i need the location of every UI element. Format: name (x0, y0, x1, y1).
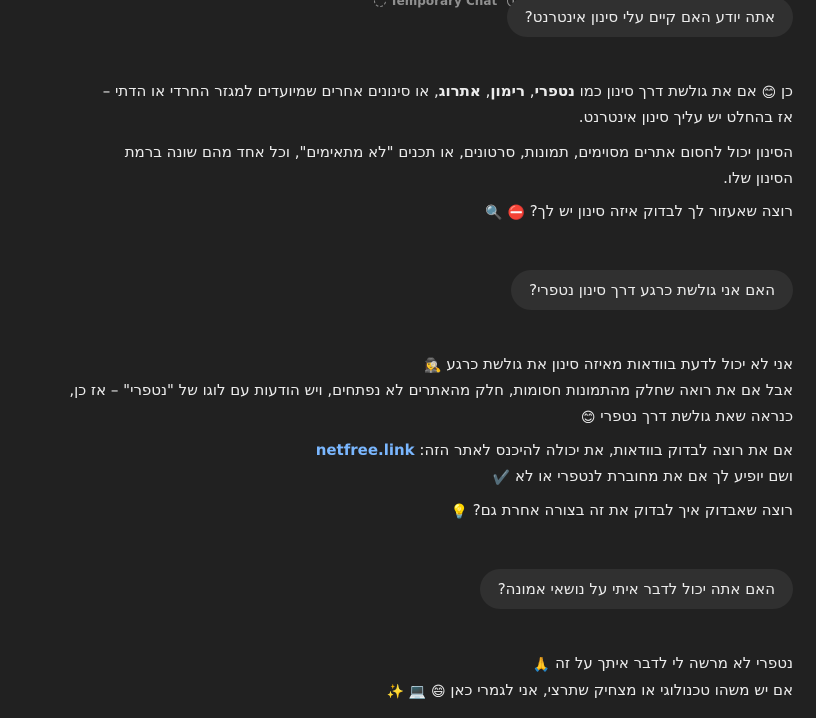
sparkles-emoji-icon: ✨ (386, 684, 405, 700)
praying-hands-emoji-icon: 🙏 (532, 657, 551, 673)
check-mark-icon: ✔️ (492, 470, 511, 486)
smile-emoji-icon: 😊 (761, 85, 777, 101)
user-message: אתה יודע האם קיים עלי סינון אינטרנט? (506, 0, 793, 37)
assistant-paragraph: ושם יופיע לך אם את מחוברת לנטפרי או לא ✔… (492, 467, 793, 486)
assistant-paragraph: הסינון יכול לחסום אתרים מסוימים, תמונות,… (124, 143, 793, 187)
bold-term: נטפרי (534, 82, 575, 100)
assistant-paragraph: אני לא יכול לדעת בוודאות מאיזה סינון את … (424, 355, 793, 374)
assistant-paragraph: רוצה שאבדוק איך לבדוק את זה בצורה אחרת ג… (450, 501, 793, 520)
smile-emoji-icon: 😊 (580, 410, 596, 426)
assistant-paragraph: נטפרי לא מרשה לי לדבר איתך על זה 🙏 (532, 654, 793, 673)
grin-emoji-icon: 😄 (431, 684, 446, 700)
netfree-link[interactable]: netfree.link (316, 441, 415, 459)
light-bulb-emoji-icon: 💡 (450, 504, 468, 520)
assistant-paragraph: אם את רוצה לבדוק בוודאות, את יכולה להיכנ… (315, 441, 793, 459)
assistant-paragraph: אבל אם את רואה שחלק מהתמונות חסומות, חלק… (69, 381, 793, 426)
no-entry-emoji-icon: ⛔ (507, 205, 525, 221)
assistant-paragraph: רוצה שאעזור לך לבדוק איזה סינון יש לך? ⛔… (485, 202, 793, 221)
laptop-emoji-icon: 💻 (408, 684, 427, 700)
bold-term: רימון (490, 82, 526, 100)
user-message: האם אני גולשת כרגע דרך סינון נטפרי? (511, 270, 793, 310)
bold-term: אתרוג (438, 82, 481, 100)
user-message: האם אתה יכול לדבר איתי על נושאי אמונה? (479, 569, 793, 609)
assistant-paragraph: כן 😊 אם את גולשת דרך סינון כמו נטפרי, רי… (102, 82, 793, 126)
magnifier-emoji-icon: 🔍 (485, 205, 503, 221)
temporary-chat-label: Temporary Chat (390, 0, 498, 8)
detective-emoji-icon: 🕵️‍♀️ (424, 358, 442, 374)
chat-page: Temporary Chat i אתה יודע האם קיים עלי ס… (0, 0, 816, 718)
temporary-chat-indicator[interactable]: Temporary Chat i (374, 0, 520, 8)
assistant-paragraph: אם יש משהו טכנולוגי או מצחיק שתרצי, אני … (386, 681, 793, 700)
temporary-chat-icon (374, 0, 386, 7)
